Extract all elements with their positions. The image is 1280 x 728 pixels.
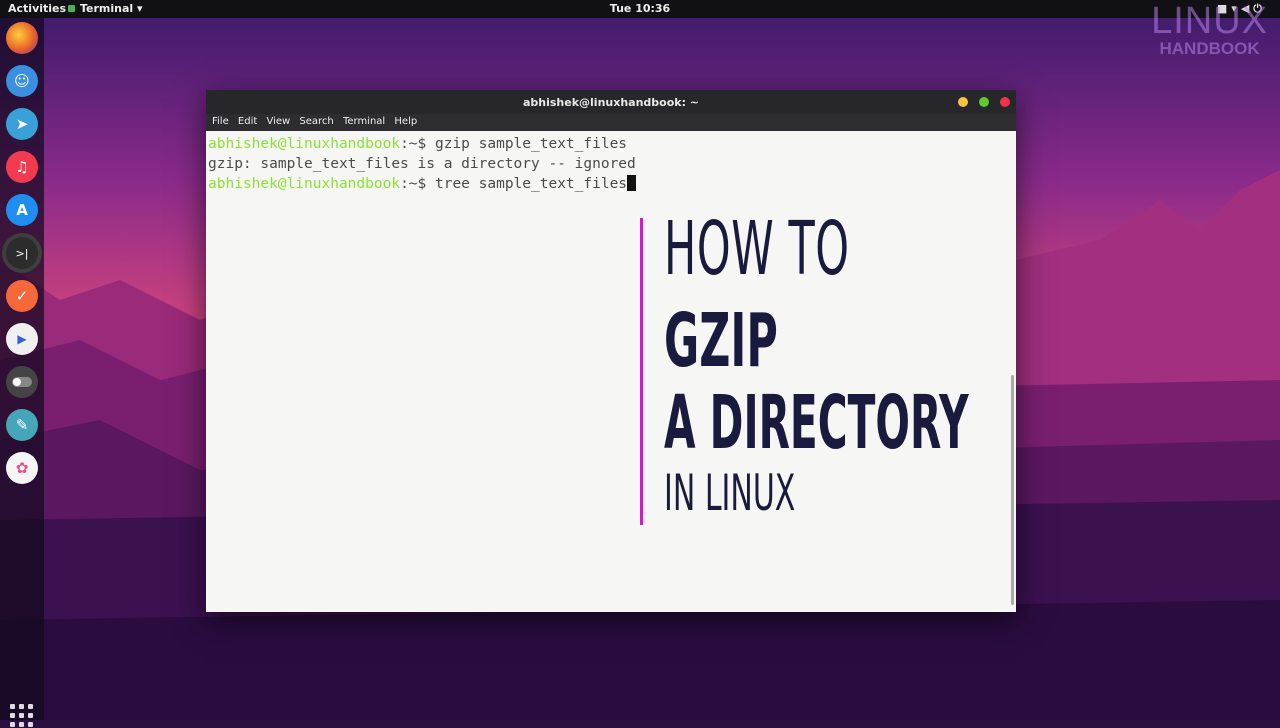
toggle-icon[interactable] bbox=[6, 366, 38, 398]
overlay-line1: HOW TO bbox=[664, 206, 850, 292]
command-text: gzip sample_text_files bbox=[434, 136, 628, 152]
prompt-path: :~$ bbox=[400, 136, 435, 152]
menu-bar: File Edit View Search Terminal Help bbox=[206, 114, 1016, 131]
tasks-icon[interactable]: ✓ bbox=[6, 280, 38, 312]
photos-icon[interactable]: ✿ bbox=[6, 452, 38, 484]
terminal-line: gzip: sample_text_files is a directory -… bbox=[208, 154, 636, 174]
accent-bar bbox=[640, 218, 643, 525]
prompt-user: abhishek@linuxhandbook bbox=[208, 176, 401, 192]
finder-icon[interactable]: ☺ bbox=[6, 65, 38, 97]
terminal-app-icon bbox=[68, 5, 75, 12]
menu-view[interactable]: View bbox=[266, 116, 290, 127]
close-button[interactable] bbox=[1000, 97, 1010, 107]
window-title: abhishek@linuxhandbook: ~ bbox=[522, 96, 700, 109]
app-store-icon[interactable]: A bbox=[6, 194, 38, 226]
terminal-line: abhishek@linuxhandbook:~$ gzip sample_te… bbox=[208, 134, 636, 154]
show-applications-icon[interactable] bbox=[10, 704, 34, 728]
top-bar: Activities Terminal ▾ Tue 10:36 ■▾◀⏻ bbox=[0, 0, 1280, 18]
menu-terminal[interactable]: Terminal bbox=[343, 116, 385, 127]
terminal-icon[interactable]: >| bbox=[6, 237, 38, 269]
prompt-path: :~$ bbox=[400, 176, 435, 192]
music-icon[interactable]: ♫ bbox=[6, 151, 38, 183]
clock[interactable]: Tue 10:36 bbox=[610, 2, 670, 15]
media-player-icon[interactable]: ▶ bbox=[6, 323, 38, 355]
overlay-line3: A DIRECTORY bbox=[664, 380, 969, 466]
overlay-line2: GZIP bbox=[664, 298, 778, 384]
terminal-output[interactable]: abhishek@linuxhandbook:~$ gzip sample_te… bbox=[208, 134, 637, 194]
menu-search[interactable]: Search bbox=[299, 116, 333, 127]
watermark-line1: LINUX bbox=[1151, 0, 1268, 42]
prompt-user: abhishek@linuxhandbook bbox=[208, 136, 401, 152]
minimize-button[interactable] bbox=[958, 97, 968, 107]
telegram-icon[interactable]: ➤ bbox=[6, 108, 38, 140]
linux-handbook-watermark: LINUX HANDBOOK bbox=[1151, 2, 1268, 57]
dock: ☺ ➤ ♫ A >| ✓ ▶ ✎ ✿ bbox=[0, 18, 44, 727]
clock-container: Tue 10:36 bbox=[0, 2, 1280, 15]
window-titlebar[interactable]: abhishek@linuxhandbook: ~ bbox=[206, 90, 1016, 114]
app-menu-label: Terminal ▾ bbox=[80, 2, 143, 15]
command-text: tree sample_text_files bbox=[434, 176, 628, 192]
text-cursor bbox=[627, 175, 637, 191]
terminal-line: abhishek@linuxhandbook:~$ tree sample_te… bbox=[208, 174, 637, 194]
firefox-icon[interactable] bbox=[6, 22, 38, 54]
maximize-button[interactable] bbox=[979, 97, 989, 107]
overlay-line4: IN LINUX bbox=[664, 464, 796, 522]
output-text: gzip: sample_text_files is a directory -… bbox=[208, 156, 636, 172]
watermark-line2: HANDBOOK bbox=[1159, 39, 1260, 58]
menu-edit[interactable]: Edit bbox=[238, 116, 257, 127]
menu-file[interactable]: File bbox=[212, 116, 229, 127]
scrollbar[interactable] bbox=[1011, 375, 1014, 605]
menu-help[interactable]: Help bbox=[394, 116, 417, 127]
terminal-window: abhishek@linuxhandbook: ~ File Edit View… bbox=[206, 90, 1016, 612]
activities-button[interactable]: Activities bbox=[8, 2, 66, 15]
text-editor-icon[interactable]: ✎ bbox=[6, 409, 38, 441]
app-menu-terminal[interactable]: Terminal ▾ bbox=[68, 2, 143, 15]
